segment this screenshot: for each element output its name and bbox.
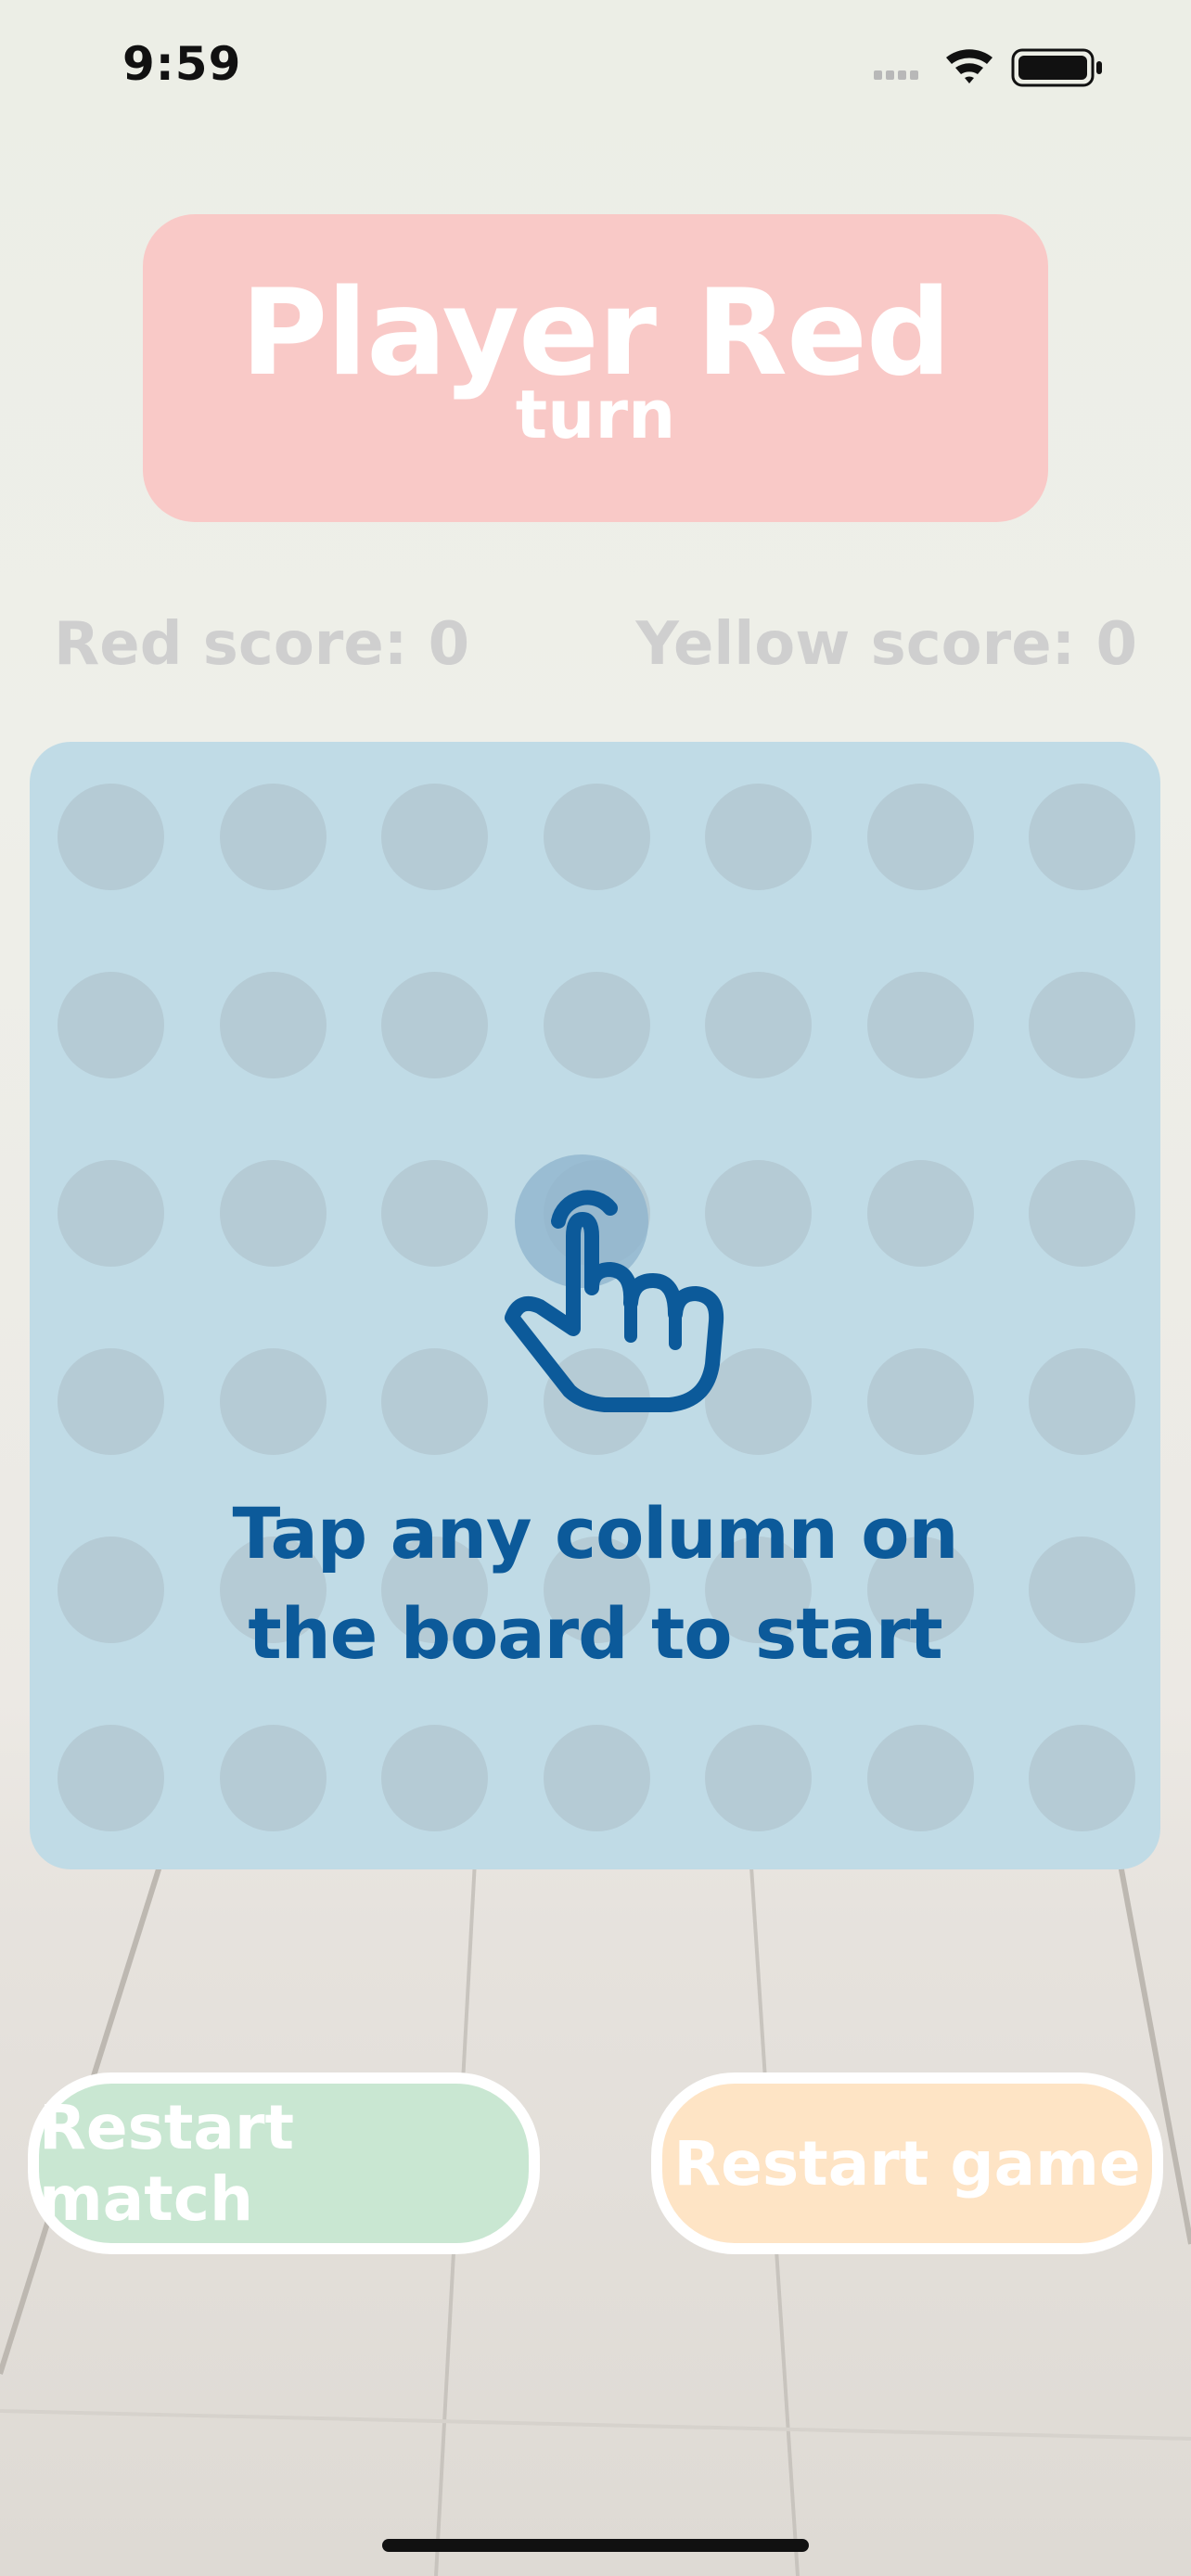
- battery-icon: [1011, 48, 1102, 87]
- status-bar: 9:59: [0, 0, 1191, 130]
- game-board[interactable]: Tap any column on the board to start: [30, 742, 1160, 1869]
- turn-banner: Player Red turn: [143, 214, 1048, 522]
- tap-hand-icon: [505, 1154, 724, 1412]
- status-time: 9:59: [122, 37, 242, 91]
- restart-game-label: Restart game: [673, 2127, 1141, 2200]
- cellular-signal-icon: [874, 70, 918, 80]
- start-hint-line-2: the board to start: [248, 1592, 942, 1675]
- start-hint-line-1: Tap any column on: [232, 1492, 958, 1575]
- turn-label: turn: [515, 376, 676, 453]
- home-indicator[interactable]: [382, 2539, 809, 2552]
- red-score: Red score: 0: [54, 610, 470, 679]
- start-hint: Tap any column on the board to start: [30, 742, 1160, 1869]
- restart-match-label: Restart match: [39, 2092, 295, 2235]
- status-icons: [874, 48, 1102, 87]
- start-hint-text: Tap any column on the board to start: [30, 1484, 1160, 1684]
- wifi-icon: [946, 49, 992, 83]
- yellow-score: Yellow score: 0: [635, 610, 1138, 679]
- restart-match-button[interactable]: Restart match: [28, 2072, 540, 2254]
- restart-game-button[interactable]: Restart game: [651, 2072, 1163, 2254]
